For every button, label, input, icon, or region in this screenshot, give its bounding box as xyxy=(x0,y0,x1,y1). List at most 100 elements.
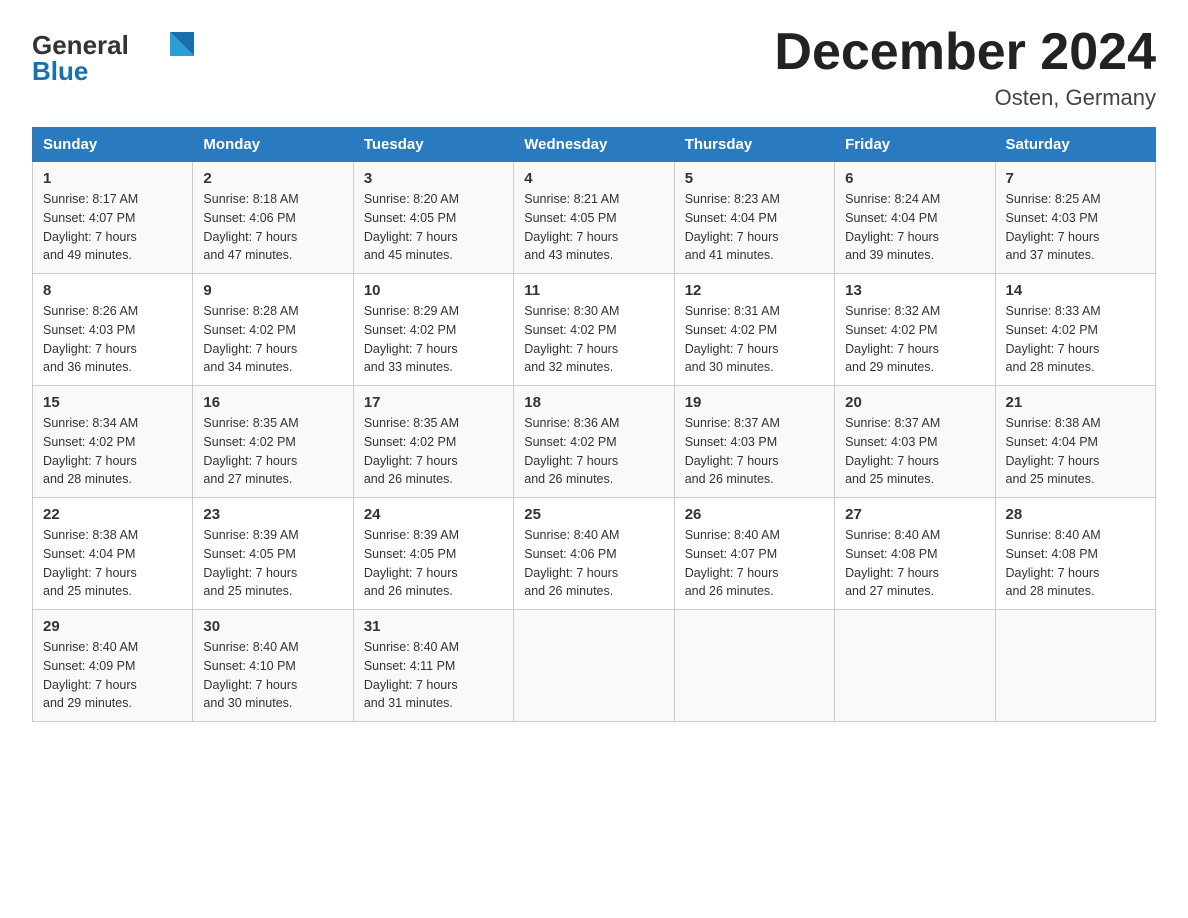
day-number: 7 xyxy=(1006,170,1145,187)
day-info: Sunrise: 8:35 AMSunset: 4:02 PMDaylight:… xyxy=(364,416,459,486)
day-info: Sunrise: 8:40 AMSunset: 4:08 PMDaylight:… xyxy=(845,528,940,598)
day-info: Sunrise: 8:28 AMSunset: 4:02 PMDaylight:… xyxy=(203,304,298,374)
day-info: Sunrise: 8:39 AMSunset: 4:05 PMDaylight:… xyxy=(364,528,459,598)
calendar-subtitle: Osten, Germany xyxy=(774,85,1156,111)
day-info: Sunrise: 8:25 AMSunset: 4:03 PMDaylight:… xyxy=(1006,192,1101,262)
day-number: 8 xyxy=(43,282,182,299)
day-number: 2 xyxy=(203,170,342,187)
calendar-table: Sunday Monday Tuesday Wednesday Thursday… xyxy=(32,127,1156,722)
day-info: Sunrise: 8:40 AMSunset: 4:09 PMDaylight:… xyxy=(43,640,138,710)
table-row: 1 Sunrise: 8:17 AMSunset: 4:07 PMDayligh… xyxy=(33,162,193,274)
day-info: Sunrise: 8:24 AMSunset: 4:04 PMDaylight:… xyxy=(845,192,940,262)
table-row: 14 Sunrise: 8:33 AMSunset: 4:02 PMDaylig… xyxy=(995,274,1155,386)
day-number: 11 xyxy=(524,282,663,299)
table-row: 30 Sunrise: 8:40 AMSunset: 4:10 PMDaylig… xyxy=(193,610,353,722)
calendar-title-area: December 2024 Osten, Germany xyxy=(774,24,1156,111)
table-row: 5 Sunrise: 8:23 AMSunset: 4:04 PMDayligh… xyxy=(674,162,834,274)
day-number: 6 xyxy=(845,170,984,187)
table-row: 29 Sunrise: 8:40 AMSunset: 4:09 PMDaylig… xyxy=(33,610,193,722)
day-number: 29 xyxy=(43,618,182,635)
day-info: Sunrise: 8:34 AMSunset: 4:02 PMDaylight:… xyxy=(43,416,138,486)
day-info: Sunrise: 8:39 AMSunset: 4:05 PMDaylight:… xyxy=(203,528,298,598)
table-row: 18 Sunrise: 8:36 AMSunset: 4:02 PMDaylig… xyxy=(514,386,674,498)
day-number: 28 xyxy=(1006,506,1145,523)
day-info: Sunrise: 8:33 AMSunset: 4:02 PMDaylight:… xyxy=(1006,304,1101,374)
logo: General Blue xyxy=(32,24,212,84)
table-row xyxy=(674,610,834,722)
day-number: 9 xyxy=(203,282,342,299)
table-row: 3 Sunrise: 8:20 AMSunset: 4:05 PMDayligh… xyxy=(353,162,513,274)
day-number: 30 xyxy=(203,618,342,635)
day-info: Sunrise: 8:29 AMSunset: 4:02 PMDaylight:… xyxy=(364,304,459,374)
day-number: 26 xyxy=(685,506,824,523)
day-number: 25 xyxy=(524,506,663,523)
day-info: Sunrise: 8:23 AMSunset: 4:04 PMDaylight:… xyxy=(685,192,780,262)
day-info: Sunrise: 8:17 AMSunset: 4:07 PMDaylight:… xyxy=(43,192,138,262)
day-info: Sunrise: 8:38 AMSunset: 4:04 PMDaylight:… xyxy=(43,528,138,598)
header-sunday: Sunday xyxy=(33,128,193,162)
day-number: 17 xyxy=(364,394,503,411)
header-friday: Friday xyxy=(835,128,995,162)
day-info: Sunrise: 8:36 AMSunset: 4:02 PMDaylight:… xyxy=(524,416,619,486)
day-number: 13 xyxy=(845,282,984,299)
day-number: 5 xyxy=(685,170,824,187)
day-number: 21 xyxy=(1006,394,1145,411)
day-number: 10 xyxy=(364,282,503,299)
table-row: 6 Sunrise: 8:24 AMSunset: 4:04 PMDayligh… xyxy=(835,162,995,274)
day-number: 31 xyxy=(364,618,503,635)
day-info: Sunrise: 8:40 AMSunset: 4:08 PMDaylight:… xyxy=(1006,528,1101,598)
table-row: 24 Sunrise: 8:39 AMSunset: 4:05 PMDaylig… xyxy=(353,498,513,610)
table-row: 15 Sunrise: 8:34 AMSunset: 4:02 PMDaylig… xyxy=(33,386,193,498)
day-info: Sunrise: 8:18 AMSunset: 4:06 PMDaylight:… xyxy=(203,192,298,262)
table-row: 17 Sunrise: 8:35 AMSunset: 4:02 PMDaylig… xyxy=(353,386,513,498)
calendar-title: December 2024 xyxy=(774,24,1156,81)
day-number: 18 xyxy=(524,394,663,411)
day-number: 12 xyxy=(685,282,824,299)
table-row: 12 Sunrise: 8:31 AMSunset: 4:02 PMDaylig… xyxy=(674,274,834,386)
table-row: 19 Sunrise: 8:37 AMSunset: 4:03 PMDaylig… xyxy=(674,386,834,498)
calendar-week-row: 29 Sunrise: 8:40 AMSunset: 4:09 PMDaylig… xyxy=(33,610,1156,722)
day-info: Sunrise: 8:40 AMSunset: 4:10 PMDaylight:… xyxy=(203,640,298,710)
table-row: 20 Sunrise: 8:37 AMSunset: 4:03 PMDaylig… xyxy=(835,386,995,498)
day-number: 14 xyxy=(1006,282,1145,299)
table-row: 4 Sunrise: 8:21 AMSunset: 4:05 PMDayligh… xyxy=(514,162,674,274)
table-row: 10 Sunrise: 8:29 AMSunset: 4:02 PMDaylig… xyxy=(353,274,513,386)
header-saturday: Saturday xyxy=(995,128,1155,162)
svg-text:Blue: Blue xyxy=(32,56,88,84)
day-info: Sunrise: 8:30 AMSunset: 4:02 PMDaylight:… xyxy=(524,304,619,374)
table-row: 13 Sunrise: 8:32 AMSunset: 4:02 PMDaylig… xyxy=(835,274,995,386)
table-row: 16 Sunrise: 8:35 AMSunset: 4:02 PMDaylig… xyxy=(193,386,353,498)
logo-icon: General Blue xyxy=(32,24,212,84)
day-info: Sunrise: 8:40 AMSunset: 4:11 PMDaylight:… xyxy=(364,640,459,710)
table-row: 23 Sunrise: 8:39 AMSunset: 4:05 PMDaylig… xyxy=(193,498,353,610)
day-info: Sunrise: 8:32 AMSunset: 4:02 PMDaylight:… xyxy=(845,304,940,374)
table-row: 27 Sunrise: 8:40 AMSunset: 4:08 PMDaylig… xyxy=(835,498,995,610)
day-info: Sunrise: 8:20 AMSunset: 4:05 PMDaylight:… xyxy=(364,192,459,262)
table-row: 21 Sunrise: 8:38 AMSunset: 4:04 PMDaylig… xyxy=(995,386,1155,498)
day-number: 22 xyxy=(43,506,182,523)
day-number: 24 xyxy=(364,506,503,523)
header-tuesday: Tuesday xyxy=(353,128,513,162)
day-number: 19 xyxy=(685,394,824,411)
page-header: General Blue December 2024 Osten, German… xyxy=(32,24,1156,111)
day-info: Sunrise: 8:38 AMSunset: 4:04 PMDaylight:… xyxy=(1006,416,1101,486)
calendar-week-row: 15 Sunrise: 8:34 AMSunset: 4:02 PMDaylig… xyxy=(33,386,1156,498)
weekday-header-row: Sunday Monday Tuesday Wednesday Thursday… xyxy=(33,128,1156,162)
table-row xyxy=(835,610,995,722)
table-row: 2 Sunrise: 8:18 AMSunset: 4:06 PMDayligh… xyxy=(193,162,353,274)
day-number: 3 xyxy=(364,170,503,187)
table-row: 11 Sunrise: 8:30 AMSunset: 4:02 PMDaylig… xyxy=(514,274,674,386)
day-number: 1 xyxy=(43,170,182,187)
table-row: 31 Sunrise: 8:40 AMSunset: 4:11 PMDaylig… xyxy=(353,610,513,722)
table-row: 28 Sunrise: 8:40 AMSunset: 4:08 PMDaylig… xyxy=(995,498,1155,610)
day-number: 4 xyxy=(524,170,663,187)
day-number: 27 xyxy=(845,506,984,523)
table-row: 9 Sunrise: 8:28 AMSunset: 4:02 PMDayligh… xyxy=(193,274,353,386)
header-wednesday: Wednesday xyxy=(514,128,674,162)
day-info: Sunrise: 8:31 AMSunset: 4:02 PMDaylight:… xyxy=(685,304,780,374)
day-number: 16 xyxy=(203,394,342,411)
day-number: 15 xyxy=(43,394,182,411)
header-thursday: Thursday xyxy=(674,128,834,162)
calendar-week-row: 1 Sunrise: 8:17 AMSunset: 4:07 PMDayligh… xyxy=(33,162,1156,274)
table-row xyxy=(514,610,674,722)
